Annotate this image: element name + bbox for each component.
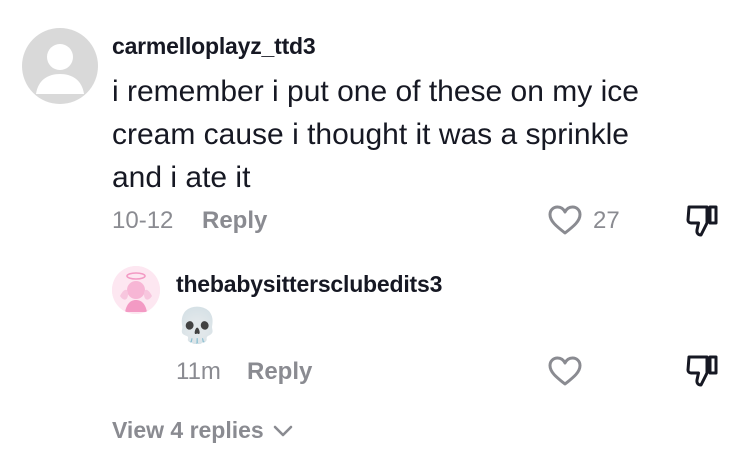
comment-username[interactable]: carmelloplayz_ttd3 xyxy=(112,33,316,60)
reply-avatar[interactable] xyxy=(112,266,160,314)
like-button[interactable] xyxy=(547,204,583,236)
heart-outline-icon xyxy=(548,356,582,386)
heart-outline-icon xyxy=(548,205,582,235)
reply-text: 💀 xyxy=(176,306,219,346)
avatar[interactable] xyxy=(22,28,98,104)
default-avatar-icon xyxy=(36,44,84,94)
view-replies-label: View 4 replies xyxy=(112,417,264,443)
reply-time: 11m xyxy=(176,358,221,385)
chevron-down-icon xyxy=(273,425,293,436)
reply: thebabysittersclubedits3 💀 11m Reply xyxy=(0,250,750,400)
like-count: 27 xyxy=(593,207,620,234)
comment-date: 10-12 xyxy=(112,207,174,234)
thumbs-down-icon xyxy=(686,355,718,387)
angel-avatar-icon xyxy=(112,266,160,314)
comment: carmelloplayz_ttd3 i remember i put one … xyxy=(0,0,750,250)
reply-button[interactable]: Reply xyxy=(202,207,267,235)
comment-text: i remember i put one of these on my ice … xyxy=(112,75,639,194)
view-replies-button[interactable]: View 4 replies xyxy=(112,417,294,444)
thumbs-down-icon xyxy=(686,205,718,237)
reply-like-button[interactable] xyxy=(547,355,583,387)
reply-username[interactable]: thebabysittersclubedits3 xyxy=(176,271,442,298)
reply-dislike-button[interactable] xyxy=(684,353,720,389)
reply-reply-button[interactable]: Reply xyxy=(247,358,312,386)
dislike-button[interactable] xyxy=(684,203,720,239)
